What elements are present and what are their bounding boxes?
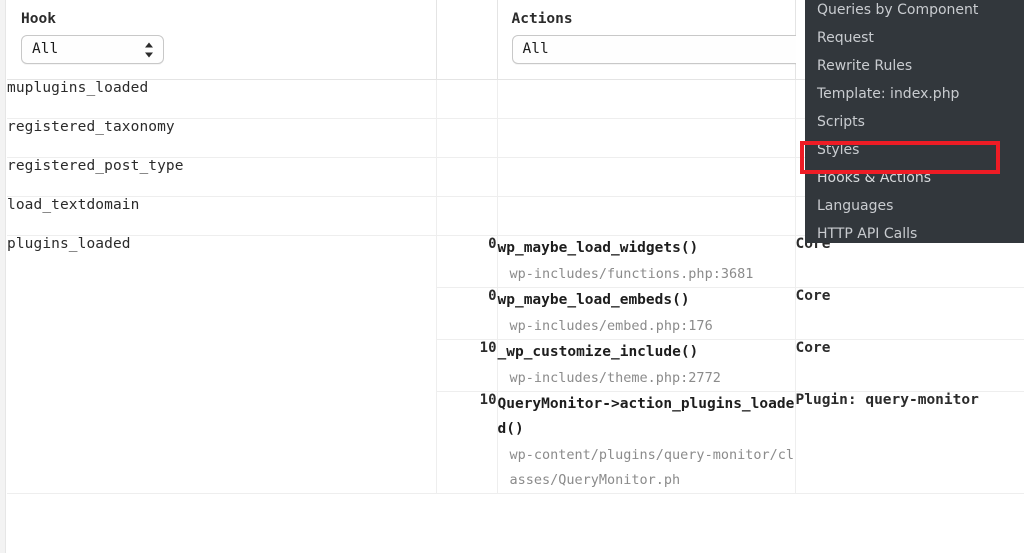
action-component: Plugin: query-monitor [794, 391, 1024, 494]
menu-item-template[interactable]: Template: index.php [805, 80, 1024, 108]
action-component: Core [794, 339, 1024, 392]
menu-item-styles[interactable]: Styles [805, 136, 1024, 164]
action-function: _wp_customize_include() wp-includes/them… [496, 339, 795, 392]
action-file-path: wp-content/plugins/query-monitor/classes… [509, 446, 794, 488]
query-monitor-nav-menu[interactable]: Queries by Component Request Rewrite Rul… [805, 0, 1024, 243]
actions-filter-value: All [522, 41, 549, 57]
menu-item-hooks-and-actions[interactable]: Hooks & Actions [805, 164, 1024, 192]
hook-filter-select[interactable]: All [21, 35, 164, 64]
hook-filter-wrap: All [21, 35, 422, 64]
column-header-actions-label: Actions [511, 11, 573, 27]
action-cell-empty [496, 157, 795, 197]
actions-filter-wrap: All [511, 35, 859, 64]
hook-name: load_textdomain [7, 196, 436, 236]
column-header-hook-label: Hook [21, 11, 56, 27]
stepper-arrows-icon [145, 41, 154, 58]
column-header-actions: Actions All [496, 0, 859, 80]
column-header-priority [435, 0, 497, 80]
action-function: wp_maybe_load_embeds() wp-includes/embed… [496, 287, 795, 340]
priority-cell-empty [435, 157, 497, 197]
menu-item-queries-by-component[interactable]: Queries by Component [805, 0, 1024, 24]
action-function: wp_maybe_load_widgets() wp-includes/func… [496, 235, 795, 288]
hook-name: muplugins_loaded [7, 79, 436, 119]
action-component: Core [794, 287, 1024, 340]
action-file-path: wp-includes/functions.php:3681 [509, 265, 754, 282]
action-priority: 10 [435, 391, 497, 494]
menu-item-languages[interactable]: Languages [805, 192, 1024, 220]
action-function-name: QueryMonitor->action_plugins_loaded() [497, 395, 795, 437]
action-priority: 10 [435, 339, 497, 392]
priority-cell-empty [435, 118, 497, 158]
action-cell-empty [496, 118, 795, 158]
hook-filter-value: All [32, 41, 59, 57]
column-header-hook: Hook All [7, 0, 436, 80]
action-function-name: wp_maybe_load_embeds() [497, 291, 690, 308]
hook-name: registered_taxonomy [7, 118, 436, 158]
action-cell-empty [496, 196, 795, 236]
action-function-name: _wp_customize_include() [497, 343, 699, 360]
action-function-name: wp_maybe_load_widgets() [497, 239, 699, 256]
query-monitor-panel: Hook All Actions All muplugins_loaded re… [0, 0, 1024, 553]
hook-name: registered_post_type [7, 157, 436, 197]
action-function: QueryMonitor->action_plugins_loaded() wp… [496, 391, 795, 494]
action-file-path: wp-includes/embed.php:176 [509, 317, 713, 334]
menu-item-http-api-calls[interactable]: HTTP API Calls [805, 220, 1024, 243]
priority-cell-empty [435, 196, 497, 236]
hook-name: plugins_loaded [7, 235, 436, 494]
action-file-path: wp-includes/theme.php:2772 [509, 369, 721, 386]
menu-item-rewrite-rules[interactable]: Rewrite Rules [805, 52, 1024, 80]
action-priority: 0 [435, 235, 497, 288]
action-cell-empty [496, 79, 795, 119]
menu-item-request[interactable]: Request [805, 24, 1024, 52]
priority-cell-empty [435, 79, 497, 119]
panel-left-gutter [0, 0, 6, 553]
menu-item-scripts[interactable]: Scripts [805, 108, 1024, 136]
action-priority: 0 [435, 287, 497, 340]
